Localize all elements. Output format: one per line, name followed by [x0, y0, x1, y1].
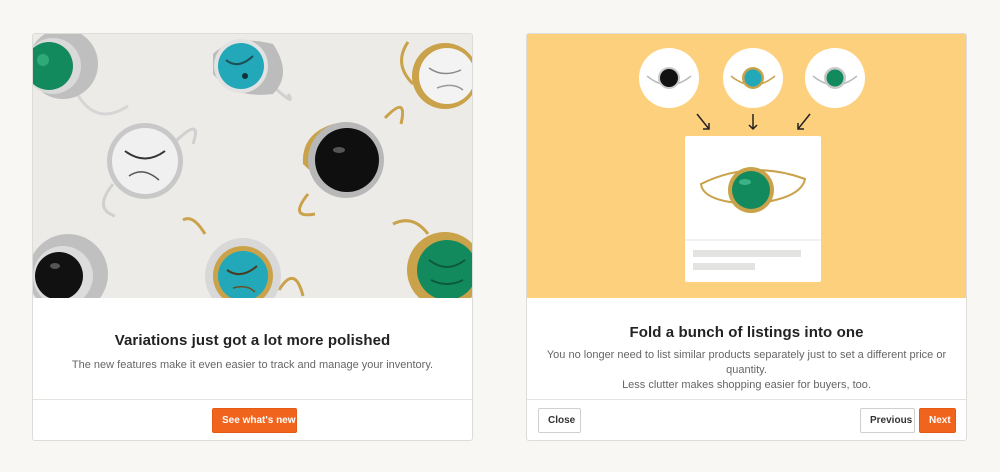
- rings-photo-image: [33, 34, 472, 298]
- card-footer: See what's new: [33, 399, 472, 440]
- feature-card-variations: Variations just got a lot more polished …: [32, 33, 473, 441]
- feature-card-fold-listings: Fold a bunch of listings into one You no…: [526, 33, 967, 441]
- card-description-line: You no longer need to list similar produ…: [546, 349, 947, 376]
- see-whats-new-button[interactable]: See what's new: [212, 408, 297, 433]
- card-description: The new features make it even easier to …: [33, 358, 472, 373]
- close-button[interactable]: Close: [538, 408, 581, 433]
- combined-listing-card: [685, 136, 821, 282]
- card-footer: Close Previous Next: [527, 399, 966, 440]
- card-body: Fold a bunch of listings into one You no…: [527, 298, 966, 399]
- previous-button[interactable]: Previous: [860, 408, 915, 433]
- card-title: Variations just got a lot more polished: [114, 332, 391, 349]
- next-button[interactable]: Next: [919, 408, 956, 433]
- variant-malachite-thumb: [805, 48, 865, 108]
- card-description-line: Less clutter makes shopping easier for b…: [622, 379, 871, 391]
- card-description-line: The new features make it even easier to …: [71, 359, 434, 371]
- card-body: Variations just got a lot more polished …: [33, 298, 472, 399]
- variant-onyx-thumb: [639, 48, 699, 108]
- rings-photo: [33, 34, 472, 298]
- listings-illustration: [527, 34, 966, 298]
- card-title: Fold a bunch of listings into one: [629, 324, 864, 341]
- card-description: You no longer need to list similar produ…: [527, 348, 966, 393]
- listings-illustration-image: [527, 34, 966, 298]
- variant-turquoise-thumb: [723, 48, 783, 108]
